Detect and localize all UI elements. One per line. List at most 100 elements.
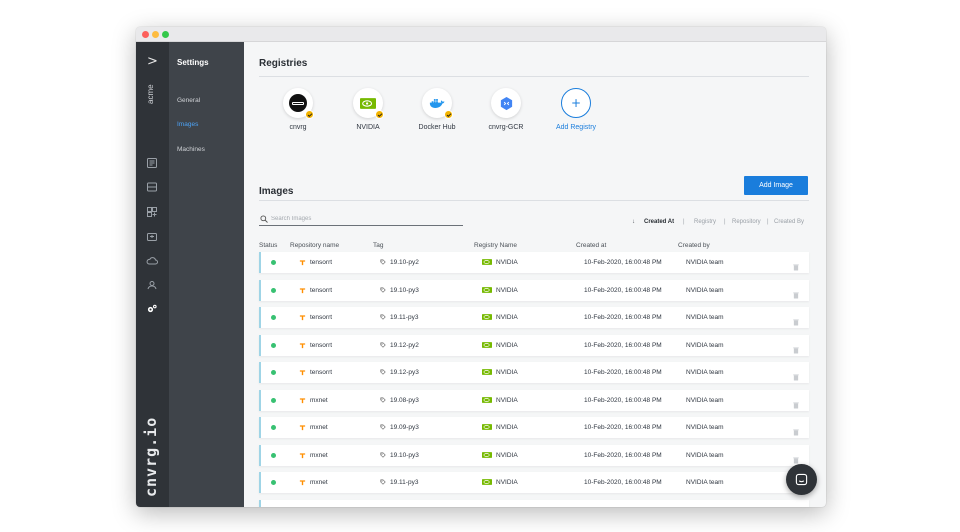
table-row[interactable]: mxnet 19.08-py3 NVIDIA 10-Feb-2020, 16:00:4… (259, 389, 809, 411)
repository-cell: tensorrt (299, 259, 332, 266)
tag-cell: 19.09-py3 (380, 424, 419, 431)
cnvrg-logo-icon (289, 94, 307, 112)
org-switcher[interactable]: acme (146, 76, 160, 104)
table-row[interactable]: mxnet 19.12-py3 NVIDIA 10-Feb-2020, 16:00:4… (259, 499, 809, 508)
tag-value: 19.11-py3 (390, 314, 419, 321)
created-by-cell: NVIDIA team (686, 259, 724, 266)
cloud-icon[interactable] (146, 255, 158, 267)
table-row[interactable]: mxnet 19.09-py3 NVIDIA 10-Feb-2020, 16:00:4… (259, 417, 809, 438)
tensorflow-logo-icon (299, 397, 306, 403)
search-icon (260, 215, 268, 223)
close-window-button[interactable] (142, 31, 149, 38)
containers-icon[interactable] (146, 231, 158, 243)
registry-value: NVIDIA (496, 341, 518, 349)
nvidia-logo-icon (482, 424, 492, 431)
repository-name: mxnet (310, 479, 328, 487)
chat-widget-button[interactable] (786, 464, 817, 495)
images-divider (259, 200, 809, 201)
table-row[interactable]: tensorrt 19.12-py3 NVIDIA 10-Feb-2020, 16:0… (259, 362, 809, 383)
registry-value: NVIDIA (496, 451, 518, 459)
repository-cell: tensorrt (299, 369, 332, 376)
registry-logo (353, 88, 384, 119)
add-registry-button[interactable]: + Add Registry (541, 88, 611, 131)
status-dot-icon (271, 397, 276, 403)
registry-logo (422, 88, 453, 119)
trash-icon[interactable] (793, 451, 800, 463)
registry-label: cnvrg-GCR (488, 124, 524, 131)
verified-badge-icon (444, 110, 453, 119)
table-row[interactable]: mxnet 19.10-py3 NVIDIA 10-Feb-2020, 16:00:4… (259, 444, 809, 466)
created-at-cell: 10-Feb-2020, 16:00:48 PM (584, 341, 662, 349)
tensorflow-logo-icon (299, 370, 306, 376)
team-icon[interactable] (146, 279, 158, 291)
verified-badge-icon (375, 110, 384, 119)
sort-created-at[interactable]: Created At (644, 219, 674, 225)
trash-icon[interactable] (793, 341, 800, 353)
table-row[interactable]: tensorrt 19.10-py3 NVIDIA 10-Feb-2020, 16:0… (259, 279, 809, 301)
sort-registry[interactable]: Registry (694, 219, 716, 225)
trash-icon[interactable] (793, 396, 800, 408)
settings-icon[interactable] (146, 303, 158, 315)
registry-docker-hub[interactable]: Docker Hub (402, 88, 472, 131)
registry-value: NVIDIA (496, 259, 518, 266)
table-row[interactable]: tensorrt 19.11-py3 NVIDIA 10-Feb-2020, 16:0… (259, 307, 809, 328)
tensorflow-logo-icon (299, 452, 306, 458)
tag-cell: 19.08-py3 (380, 397, 419, 404)
registry-value: NVIDIA (496, 396, 518, 404)
tag-icon (380, 287, 386, 293)
tag-icon (380, 342, 386, 348)
registry-value: NVIDIA (496, 369, 518, 376)
search-input[interactable] (271, 214, 451, 224)
repository-name: mxnet (310, 451, 328, 459)
tag-cell: 19.10-py2 (380, 259, 419, 266)
registry-cell: NVIDIA (482, 424, 518, 431)
minimize-window-button[interactable] (152, 31, 159, 38)
settings-item-machines[interactable]: Machines (177, 146, 205, 153)
tag-cell: 19.10-py3 (380, 287, 419, 294)
registry-cell: NVIDIA (482, 259, 518, 266)
trash-icon[interactable] (793, 368, 800, 381)
trash-icon[interactable] (793, 423, 800, 436)
registry-cnvrg[interactable]: cnvrg (263, 88, 333, 131)
trash-icon[interactable] (793, 313, 800, 326)
registry-label: cnvrg (289, 124, 307, 131)
projects-icon[interactable] (146, 157, 158, 169)
tag-cell: 19.11-py3 (380, 314, 418, 321)
table-row[interactable]: tensorrt 19.10-py2 NVIDIA 10-Feb-2020, 16:0… (259, 252, 809, 273)
repository-cell: mxnet (299, 507, 328, 508)
add-image-button[interactable]: Add Image (744, 176, 808, 195)
registry-value: NVIDIA (496, 286, 518, 294)
column-header-created-by: Created by (678, 242, 710, 249)
tag-value: 19.10-py3 (390, 451, 419, 459)
tag-icon (380, 424, 386, 430)
trash-icon[interactable] (793, 286, 800, 298)
nvidia-logo-icon (482, 286, 492, 293)
created-by-cell: NVIDIA team (686, 451, 724, 459)
trash-icon[interactable] (793, 258, 800, 271)
tag-value: 19.12-py3 (390, 369, 419, 376)
maximize-window-button[interactable] (162, 31, 169, 38)
nvidia-logo-icon (482, 451, 492, 458)
sort-repository[interactable]: Repository (732, 219, 761, 225)
library-icon[interactable] (146, 206, 158, 218)
docker-logo-icon (429, 98, 445, 108)
gcr-logo-icon (500, 96, 512, 110)
status-dot-icon (271, 452, 276, 458)
table-row[interactable]: tensorrt 19.12-py2 NVIDIA 10-Feb-2020, 16:0… (259, 334, 809, 356)
trash-icon[interactable] (793, 506, 800, 508)
sort-direction-icon[interactable]: ↓ (632, 219, 635, 225)
tensorflow-logo-icon (299, 507, 306, 508)
repository-cell: tensorrt (299, 342, 332, 349)
datasets-icon[interactable] (146, 181, 158, 193)
settings-item-general[interactable]: General (177, 97, 200, 104)
column-header-repository: Repository name (290, 242, 340, 249)
settings-item-images[interactable]: Images (177, 121, 198, 128)
registry-value: NVIDIA (496, 424, 518, 431)
registry-nvidia[interactable]: NVIDIA (333, 88, 403, 131)
registry-cnvrg-gcr[interactable]: cnvrg-GCR (471, 88, 541, 131)
chevron-right-icon[interactable]: > (136, 54, 169, 69)
registry-cell: NVIDIA (482, 342, 518, 349)
sort-created-by[interactable]: Created By (774, 219, 804, 225)
table-row[interactable]: mxnet 19.11-py3 NVIDIA 10-Feb-2020, 16:00:4… (259, 472, 809, 493)
tag-icon (380, 369, 386, 375)
